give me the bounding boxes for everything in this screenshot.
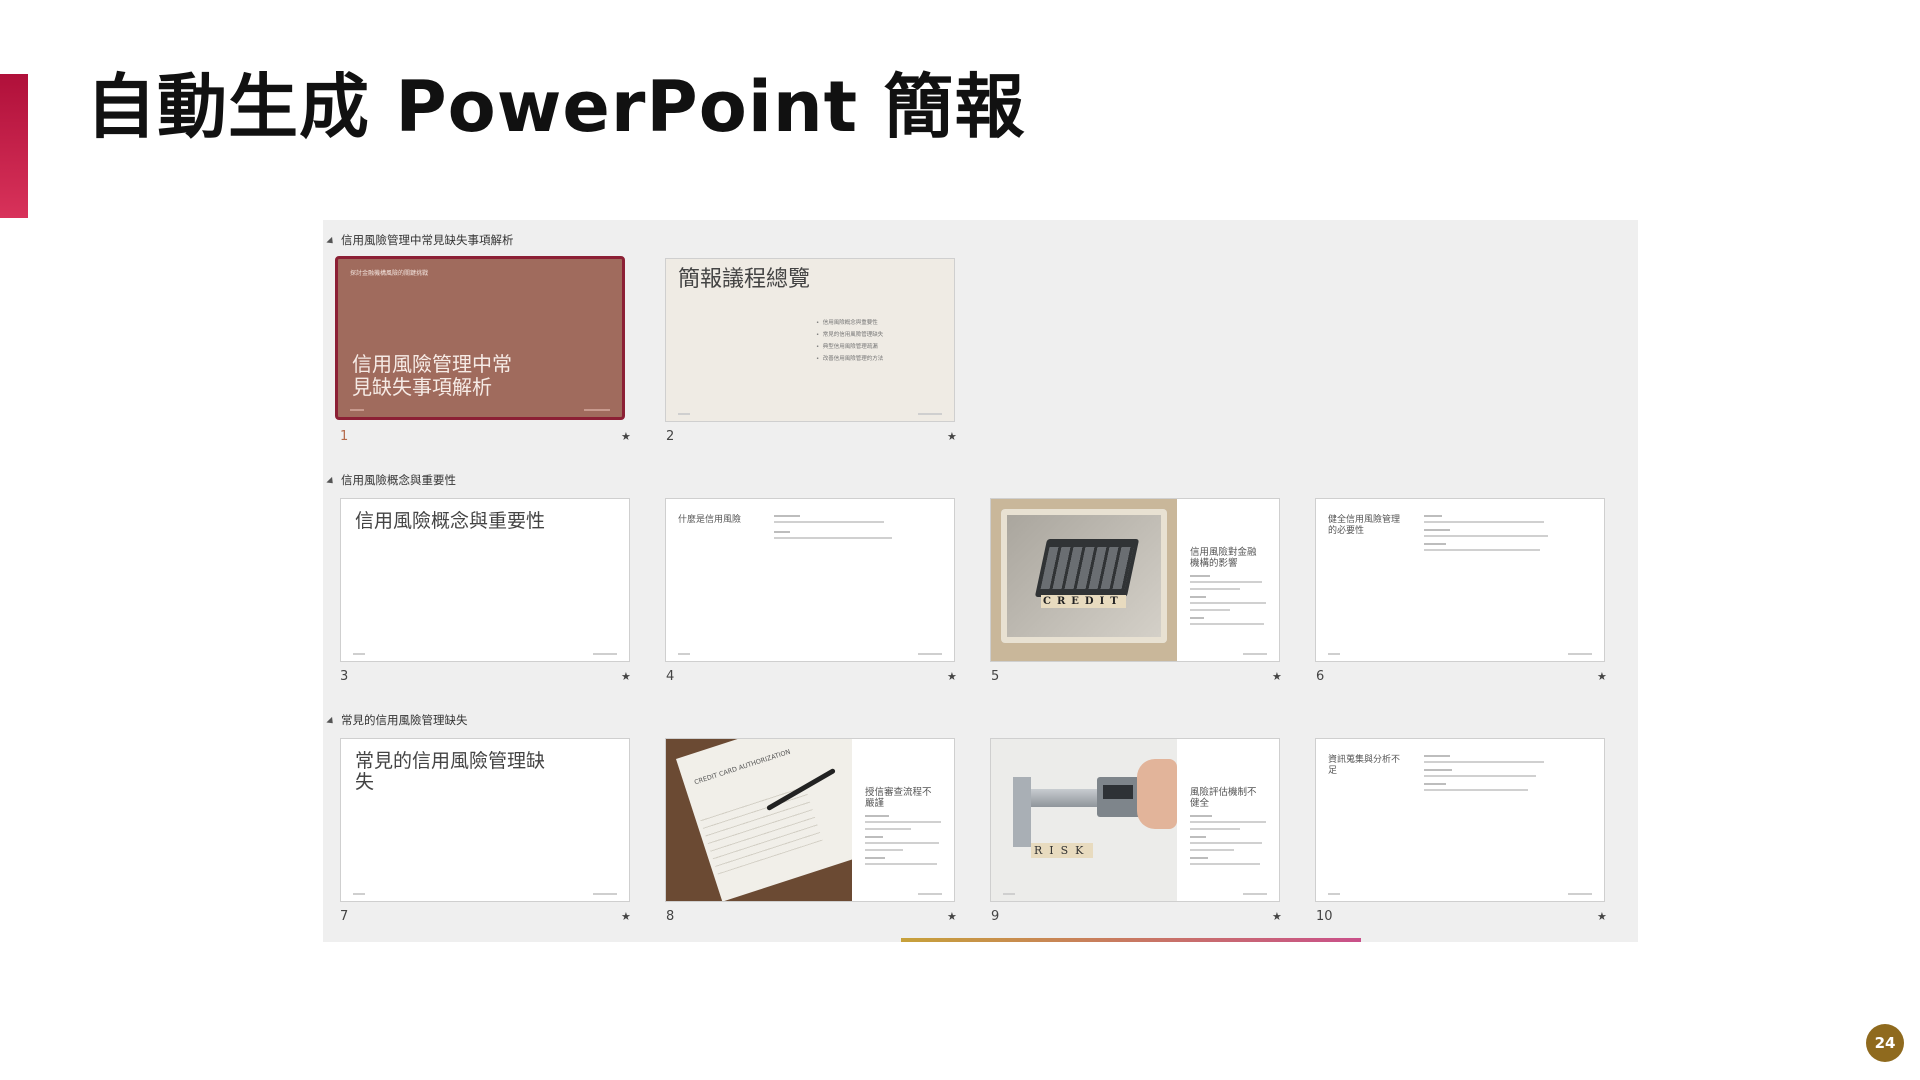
section-header-3[interactable]: 常見的信用風險管理缺失 xyxy=(326,711,468,729)
section-header-1[interactable]: 信用風險管理中常見缺失事項解析 xyxy=(326,231,514,249)
slide-title: 資訊蒐集與分析不 足 xyxy=(1328,755,1401,776)
slide-body-text xyxy=(865,815,945,870)
star-icon: ★ xyxy=(1272,910,1282,923)
slide-number: 5 xyxy=(991,669,1000,684)
slide-number: 2 xyxy=(666,429,675,444)
slide-body-text xyxy=(1190,815,1270,870)
slide-subtitle: 探討金融機構風險的關鍵挑戰 xyxy=(350,270,429,277)
page-title: 自動生成 PowerPoint 簡報 xyxy=(86,66,1026,148)
slide-title: 信用風險概念與重要性 xyxy=(355,510,546,532)
risk-word-tiles: RISK xyxy=(1031,839,1094,858)
agenda-item: • 改善信用風險管理的方法 xyxy=(816,356,884,362)
star-icon: ★ xyxy=(947,670,957,683)
next-row-indicator xyxy=(901,938,1361,942)
image-text: CREDIT xyxy=(1041,595,1126,608)
agenda-list: • 信用風險概念與重要性 • 常見的信用風險管理缺失 • 典型信用風險管理疏漏 … xyxy=(816,317,883,365)
slide-number: 7 xyxy=(340,909,349,924)
slide-thumbnail-6[interactable]: 健全信用風險管理 的必要性 xyxy=(1315,498,1605,662)
slide-number: 9 xyxy=(991,909,1000,924)
collapse-caret-icon[interactable] xyxy=(326,236,336,246)
image-text: RISK xyxy=(1031,843,1094,858)
slide-thumbnail-7[interactable]: 常見的信用風險管理缺 失 xyxy=(340,738,630,902)
slide-thumbnail-2[interactable]: 簡報議程總覽 • 信用風險概念與重要性 • 常見的信用風險管理缺失 • 典型信用… xyxy=(665,258,955,422)
slide-number: 1 xyxy=(340,429,349,444)
slide-number: 6 xyxy=(1316,669,1325,684)
slide-body-text xyxy=(774,515,894,544)
slide-title: 什麼是信用風險 xyxy=(678,515,742,525)
page-number-badge: 24 xyxy=(1866,1024,1904,1062)
accent-bar xyxy=(0,74,28,218)
slide-thumbnail-8[interactable]: CREDIT CARD AUTHORIZATION 授信審查流程不 嚴謹 xyxy=(665,738,955,902)
agenda-item: • 典型信用風險管理疏漏 xyxy=(816,344,878,350)
star-icon: ★ xyxy=(621,430,631,443)
slide-title: 簡報議程總覽 xyxy=(678,267,811,292)
slide-thumbnail-10[interactable]: 資訊蒐集與分析不 足 xyxy=(1315,738,1605,902)
slide-thumbnail-4[interactable]: 什麼是信用風險 xyxy=(665,498,955,662)
slide-title: 信用風險管理中常 見缺失事項解析 xyxy=(352,352,512,399)
slide-body-text xyxy=(1424,755,1554,796)
star-icon: ★ xyxy=(621,910,631,923)
section-header-2[interactable]: 信用風險概念與重要性 xyxy=(326,471,456,489)
star-icon: ★ xyxy=(947,430,957,443)
credit-card-form-photo: CREDIT CARD AUTHORIZATION xyxy=(666,739,852,901)
agenda-item: • 常見的信用風險管理缺失 xyxy=(816,332,884,338)
collapse-caret-icon[interactable] xyxy=(326,716,336,726)
agenda-item: • 信用風險概念與重要性 xyxy=(816,320,878,326)
slide-thumbnail-9[interactable]: RISK 風險評估機制不 健全 xyxy=(990,738,1280,902)
slide-thumbnail-5[interactable]: CREDIT 信用風險對金融 機構的影響 xyxy=(990,498,1280,662)
slide-body-text xyxy=(1190,575,1270,630)
slide-number: 3 xyxy=(340,669,349,684)
slide-number: 10 xyxy=(1316,909,1333,924)
star-icon: ★ xyxy=(947,910,957,923)
star-icon: ★ xyxy=(1597,670,1607,683)
slide-thumbnail-3[interactable]: 信用風險概念與重要性 xyxy=(340,498,630,662)
star-icon: ★ xyxy=(621,670,631,683)
star-icon: ★ xyxy=(1597,910,1607,923)
section-label: 信用風險管理中常見缺失事項解析 xyxy=(341,233,514,247)
slide-number: 4 xyxy=(666,669,675,684)
slide-title: 信用風險對金融 機構的影響 xyxy=(1190,547,1257,569)
slide-body-text xyxy=(1424,515,1554,556)
slide-title: 常見的信用風險管理缺 失 xyxy=(355,750,546,793)
collapse-caret-icon[interactable] xyxy=(326,476,336,486)
slide-number: 8 xyxy=(666,909,675,924)
credit-word-tiles: CREDIT xyxy=(1041,595,1126,608)
star-icon: ★ xyxy=(1272,670,1282,683)
slide-thumbnail-1[interactable]: 探討金融機構風險的關鍵挑戰 信用風險管理中常 見缺失事項解析 xyxy=(335,256,625,420)
section-label: 常見的信用風險管理缺失 xyxy=(341,713,468,727)
caliper-risk-photo: RISK xyxy=(991,739,1177,901)
slide-sorter-panel[interactable]: 信用風險管理中常見缺失事項解析 探討金融機構風險的關鍵挑戰 信用風險管理中常 見… xyxy=(323,220,1638,942)
section-label: 信用風險概念與重要性 xyxy=(341,473,456,487)
credit-calculator-photo: CREDIT xyxy=(991,499,1177,661)
slide-title: 授信審查流程不 嚴謹 xyxy=(865,787,932,809)
slide-title: 風險評估機制不 健全 xyxy=(1190,787,1257,809)
slide-title: 健全信用風險管理 的必要性 xyxy=(1328,515,1401,536)
